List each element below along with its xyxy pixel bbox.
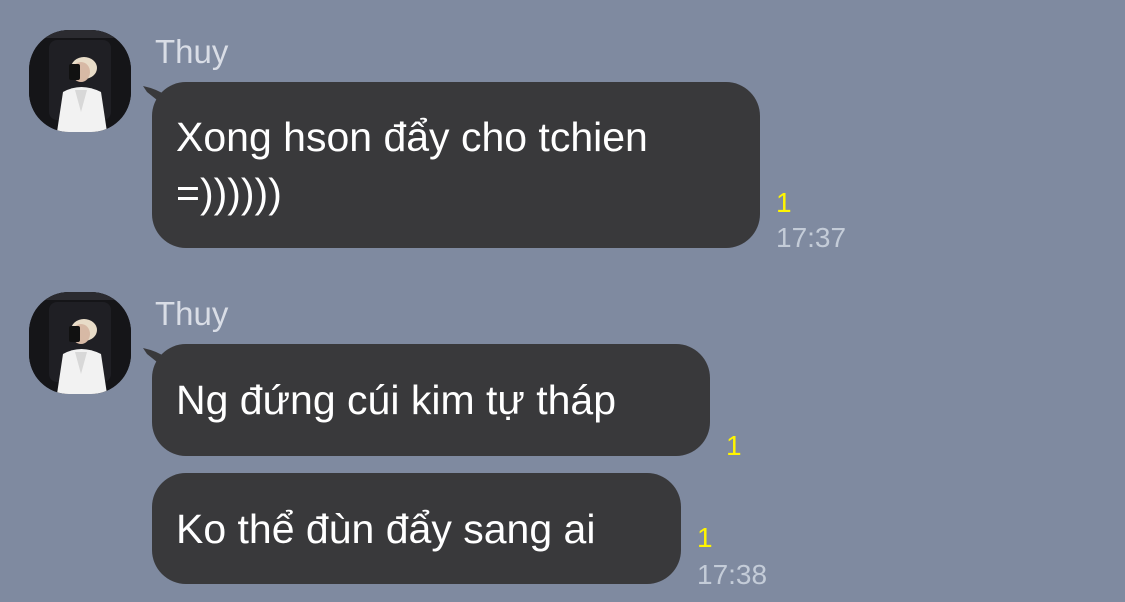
message-time: 17:38 bbox=[697, 559, 768, 590]
profile-photo-icon bbox=[29, 30, 131, 132]
message-time: 17:37 bbox=[776, 222, 847, 253]
message-text: Ng đứng cúi kim tự tháp bbox=[176, 377, 617, 423]
message-text: Xong hson đẩy cho tchien =)))))) bbox=[176, 114, 648, 216]
sender-name: Thuy bbox=[155, 33, 229, 70]
profile-photo-icon bbox=[29, 292, 131, 394]
sender-avatar[interactable] bbox=[29, 292, 131, 394]
read-count: 1 bbox=[697, 522, 713, 553]
sender-avatar[interactable] bbox=[29, 30, 131, 132]
message-text: Ko thể đùn đẩy sang ai bbox=[176, 505, 596, 552]
sender-name: Thuy bbox=[155, 295, 229, 332]
message-bubble[interactable]: Ng đứng cúi kim tự tháp bbox=[152, 344, 710, 456]
chat-thread: Thuy Xong hson đẩy cho tchien =)))))) 1 … bbox=[0, 0, 1125, 602]
read-count: 1 bbox=[776, 187, 792, 218]
read-count: 1 bbox=[726, 430, 742, 461]
message-bubble[interactable]: Xong hson đẩy cho tchien =)))))) bbox=[152, 82, 760, 248]
message-bubble[interactable]: Ko thể đùn đẩy sang ai bbox=[152, 473, 681, 584]
